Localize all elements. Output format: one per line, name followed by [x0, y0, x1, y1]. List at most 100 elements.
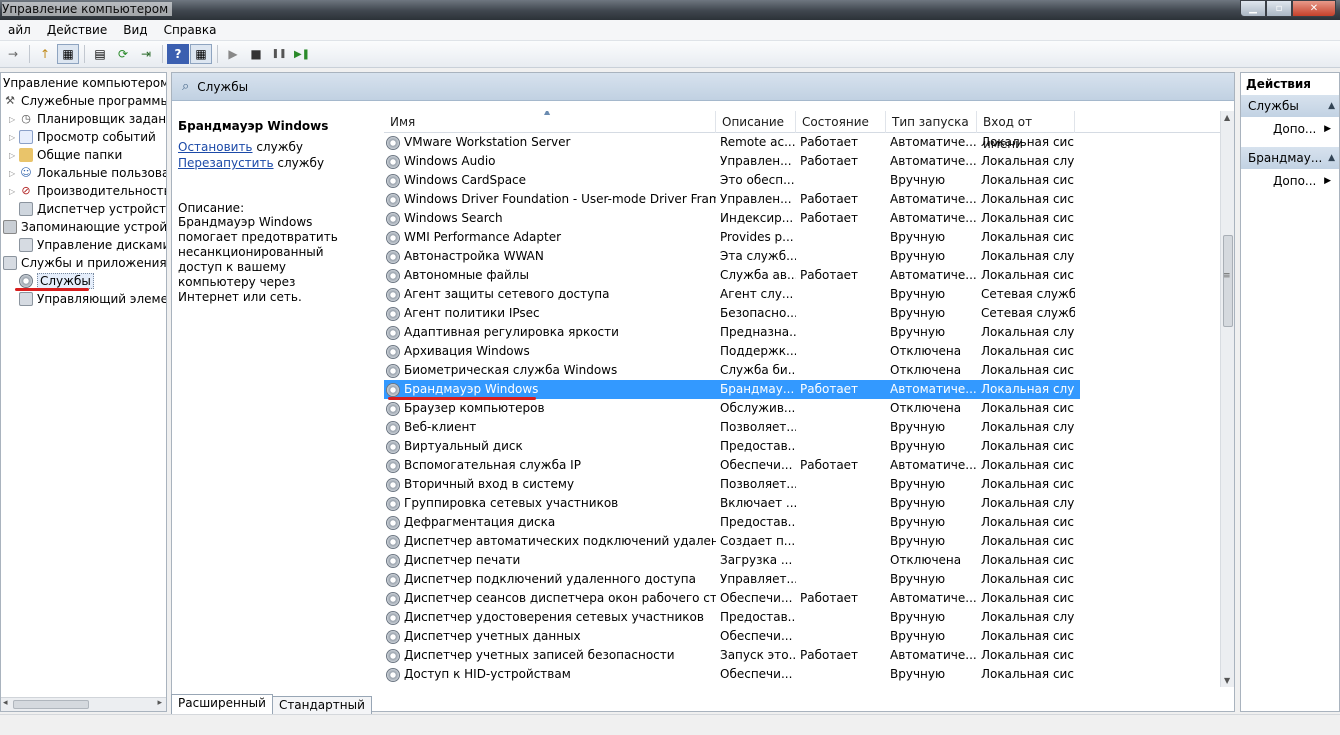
expand-arrow-icon[interactable]: ▷ [9, 151, 19, 160]
menu-action[interactable]: Действие [39, 23, 115, 37]
gear-icon [386, 610, 400, 625]
table-row[interactable]: Диспетчер печати Загрузка ... Отключена Лок… [384, 551, 1220, 570]
scroll-down-icon[interactable]: ▼ [1224, 676, 1230, 685]
actions-section-services[interactable]: Службы ▲ [1241, 95, 1339, 117]
tree-item-performance[interactable]: ▷ ⊘ Производительность [9, 182, 166, 200]
tree-item-system-tools[interactable]: ⚒ Служебные программы [3, 92, 166, 110]
collapse-arrow-icon[interactable]: ▲ [1328, 147, 1335, 169]
up-level-icon[interactable]: ↑ [34, 44, 56, 64]
table-row[interactable]: Вторичный вход в систему Позволяет... Вруч… [384, 475, 1220, 494]
properties-icon[interactable]: ▤ [89, 44, 111, 64]
table-row[interactable]: Биометрическая служба Windows Служба би..… [384, 361, 1220, 380]
service-name: Вторичный вход в систему [404, 477, 575, 491]
table-row[interactable]: WMI Performance Adapter Provides p... Вруч… [384, 228, 1220, 247]
table-row[interactable]: Windows Driver Foundation - User-mode Dr… [384, 190, 1220, 209]
tree-item-device-manager[interactable]: Диспетчер устройств [19, 200, 166, 218]
more-actions-services[interactable]: Допо... ▶ [1241, 117, 1339, 141]
show-action-pane-icon[interactable]: ▦ [190, 44, 212, 64]
table-row[interactable]: Веб-клиент Позволяет... Вручную Локальная с… [384, 418, 1220, 437]
table-row[interactable]: Диспетчер учетных данных Обеспечи... Вручн… [384, 627, 1220, 646]
minimize-button[interactable]: ▁ [1240, 0, 1266, 17]
gear-icon [386, 629, 400, 644]
tree-item-event-viewer[interactable]: ▷ Просмотр событий [9, 128, 156, 146]
scroll-thumb[interactable] [13, 700, 89, 709]
tree-item-label: Просмотр событий [37, 130, 156, 144]
column-log-on-as[interactable]: Вход от имени [977, 111, 1075, 151]
table-row[interactable]: Браузер компьютеров Обслужив... Отключена Л… [384, 399, 1220, 418]
table-row[interactable]: Windows Audio Управлен... Работает Автомати… [384, 152, 1220, 171]
table-row[interactable]: Диспетчер учетных записей безопасности За… [384, 646, 1220, 665]
restart-service-link[interactable]: Перезапустить [178, 156, 274, 170]
tree-horizontal-scrollbar[interactable]: ◂ ▸ [1, 697, 166, 711]
table-row[interactable]: Виртуальный диск Предостав... Вручную Локал… [384, 437, 1220, 456]
scroll-left-icon[interactable]: ◂ [3, 698, 8, 708]
tree-root[interactable]: Управление компьютером (л [3, 74, 166, 92]
service-name-cell: Диспетчер подключений удаленного доступа [384, 570, 716, 589]
table-row[interactable]: Windows Search Индексир... Работает Автомат… [384, 209, 1220, 228]
tab-standard[interactable]: Стандартный [271, 696, 372, 714]
table-row[interactable]: Агент политики IPsec Безопасно... Вручную С… [384, 304, 1220, 323]
table-row[interactable]: Диспетчер автоматических подключений уда… [384, 532, 1220, 551]
vertical-scrollbar[interactable]: ▲ ≡ ▼ [1220, 111, 1234, 687]
show-tree-icon[interactable]: ▦ [57, 44, 79, 64]
table-row[interactable]: Автономные файлы Служба ав... Работает Авто… [384, 266, 1220, 285]
extended-description-panel: Брандмауэр Windows Остановить службу Пер… [172, 103, 382, 687]
description-label: Описание: [178, 201, 245, 215]
log-on-cell: Локальная сис... [981, 192, 1075, 206]
table-row[interactable]: Windows CardSpace Это обесп... Вручную Лока… [384, 171, 1220, 190]
table-row[interactable]: Архивация Windows Поддержк... Отключена Лок… [384, 342, 1220, 361]
pause-service-icon[interactable]: ❚❚ [268, 44, 290, 64]
log-on-cell: Локальная сис... [981, 667, 1075, 681]
tree-item-services-apps[interactable]: Службы и приложения [3, 254, 166, 272]
help-icon[interactable]: ? [167, 44, 189, 64]
tree-item-disk-management[interactable]: Управление дисками [19, 236, 166, 254]
status-cell [796, 665, 886, 684]
scroll-up-icon[interactable]: ▲ [1224, 113, 1230, 122]
table-row[interactable]: Агент защиты сетевого доступа Агент слу..… [384, 285, 1220, 304]
performance-icon: ⊘ [21, 184, 31, 197]
table-row[interactable]: Адаптивная регулировка яркости Предназна.… [384, 323, 1220, 342]
actions-section-firewall[interactable]: Брандмау... ▲ [1241, 147, 1339, 169]
maximize-button[interactable]: ▫ [1266, 0, 1292, 17]
table-row[interactable]: Автонастройка WWAN Эта служб... Вручную Лок… [384, 247, 1220, 266]
table-row[interactable]: Дефрагментация диска Предостав... Вручную Л… [384, 513, 1220, 532]
stop-service-link[interactable]: Остановить [178, 140, 253, 154]
table-row[interactable]: Доступ к HID-устройствам Обеспечи... Вручн… [384, 665, 1220, 684]
expand-arrow-icon[interactable]: ▷ [9, 169, 19, 178]
refresh-icon[interactable]: ⟳ [112, 44, 134, 64]
menu-help[interactable]: Справка [156, 23, 225, 37]
table-row[interactable]: Диспетчер сеансов диспетчера окон рабоче… [384, 589, 1220, 608]
column-description[interactable]: Описание [716, 111, 796, 133]
table-row[interactable]: Группировка сетевых участников Включает .… [384, 494, 1220, 513]
scroll-thumb[interactable] [1223, 235, 1233, 327]
scroll-right-icon[interactable]: ▸ [157, 698, 162, 708]
export-list-icon[interactable]: ⇥ [135, 44, 157, 64]
menu-view[interactable]: Вид [115, 23, 155, 37]
stop-service-icon[interactable]: ■ [245, 44, 267, 64]
stop-action: Остановить службу [178, 140, 376, 155]
tree-item-wmi-control[interactable]: Управляющий элемен [19, 290, 166, 308]
tree-item-local-users[interactable]: ▷☺ Локальные пользовате [9, 164, 166, 182]
more-actions-firewall[interactable]: Допо... ▶ [1241, 169, 1339, 193]
restart-service-icon[interactable]: ▶❚ [291, 44, 313, 64]
gear-icon [386, 515, 400, 530]
menu-file[interactable]: айл [0, 23, 39, 37]
start-service-icon[interactable]: ▶ [222, 44, 244, 64]
forward-icon[interactable]: → [2, 44, 24, 64]
tree-item-shared-folders[interactable]: ▷ Общие папки [9, 146, 122, 164]
table-row[interactable]: VMware Workstation Server Remote ac... Раб… [384, 133, 1220, 152]
column-status[interactable]: Состояние [796, 111, 886, 133]
expand-arrow-icon[interactable]: ▷ [9, 115, 19, 124]
tab-extended[interactable]: Расширенный [171, 694, 273, 714]
close-button[interactable]: ✕ [1292, 0, 1336, 17]
expand-arrow-icon[interactable]: ▷ [9, 187, 19, 196]
expand-arrow-icon[interactable]: ▷ [9, 133, 19, 142]
table-row[interactable]: Диспетчер удостоверения сетевых участник… [384, 608, 1220, 627]
table-row[interactable]: Вспомогательная служба IP Обеспечи... Рабо… [384, 456, 1220, 475]
status-cell [796, 513, 886, 532]
column-startup-type[interactable]: Тип запуска [886, 111, 977, 133]
table-row[interactable]: Диспетчер подключений удаленного доступа… [384, 570, 1220, 589]
tree-item-storage[interactable]: Запоминающие устройст [3, 218, 166, 236]
collapse-arrow-icon[interactable]: ▲ [1328, 95, 1335, 117]
tree-item-task-scheduler[interactable]: ▷◷ Планировщик заданий [9, 110, 166, 128]
